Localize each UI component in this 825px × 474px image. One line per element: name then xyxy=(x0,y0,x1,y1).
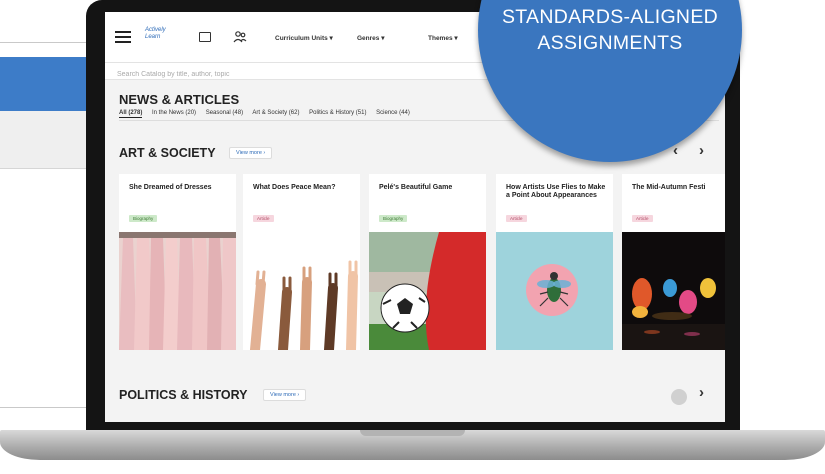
carousel-next-icon[interactable]: › xyxy=(699,142,704,159)
nav-genres[interactable]: Genres ▾ xyxy=(357,34,384,42)
nav-curriculum-units[interactable]: Curriculum Units ▾ xyxy=(275,34,333,42)
tab-art-society[interactable]: Art & Society (62) xyxy=(252,110,299,116)
card-tag: Article xyxy=(506,215,527,222)
card-tag: Biography xyxy=(379,215,408,222)
book-icon[interactable] xyxy=(199,32,211,42)
tab-in-the-news[interactable]: In the News (20) xyxy=(152,110,196,116)
card-title: She Dreamed of Dresses xyxy=(129,184,212,191)
card-tag: Article xyxy=(632,215,653,222)
card-title: What Does Peace Mean? xyxy=(253,184,336,191)
card-what-does-peace-mean[interactable]: What Does Peace Mean? Article xyxy=(243,174,360,350)
promo-badge-line1: STANDARDS-ALIGNED xyxy=(501,6,719,28)
tab-all[interactable]: All (278) xyxy=(119,110,143,118)
marketing-screenshot: Actively Learn Curriculum Units ▾ Genres… xyxy=(0,0,825,474)
politics-view-more-button[interactable]: View more › xyxy=(263,389,307,401)
card-she-dreamed-of-dresses[interactable]: She Dreamed of Dresses Biography xyxy=(119,174,236,350)
news-title: NEWS & ARTICLES xyxy=(119,92,240,107)
card-title: How Artists Use Flies to Make a Point Ab… xyxy=(506,184,606,199)
art-section-title: ART & SOCIETY xyxy=(119,146,216,160)
menu-icon[interactable] xyxy=(115,31,131,43)
tab-science[interactable]: Science (44) xyxy=(376,110,410,116)
promo-badge-line2: ASSIGNMENTS xyxy=(537,32,683,54)
card-title: Pelé's Beautiful Game xyxy=(379,184,453,191)
nav-themes[interactable]: Themes ▾ xyxy=(428,34,458,42)
laptop-notch xyxy=(360,430,465,436)
soccer-image xyxy=(369,232,486,350)
card-peles-beautiful-game[interactable]: Pelé's Beautiful Game Biography xyxy=(369,174,486,350)
users-icon[interactable] xyxy=(233,30,247,44)
card-tag: Biography xyxy=(129,215,158,222)
card-title: The Mid-Autumn Festi xyxy=(632,184,706,191)
fly-image xyxy=(496,232,613,350)
politics-section-title: POLITICS & HISTORY xyxy=(119,388,248,402)
lantern-festival-image xyxy=(622,232,725,350)
card-how-artists-use-flies[interactable]: How Artists Use Flies to Make a Point Ab… xyxy=(496,174,613,350)
peace-hands-image xyxy=(243,232,360,350)
tab-seasonal[interactable]: Seasonal (48) xyxy=(206,110,243,116)
tab-politics-history[interactable]: Politics & History (51) xyxy=(309,110,366,116)
carousel-next-icon[interactable]: › xyxy=(699,384,704,401)
card-mid-autumn-festival[interactable]: The Mid-Autumn Festi Article xyxy=(622,174,725,350)
news-tabs: All (278) In the News (20) Seasonal (48)… xyxy=(119,110,418,118)
card-tag: Article xyxy=(253,215,274,222)
art-view-more-button[interactable]: View more › xyxy=(229,147,273,159)
promo-badge-text: STANDARDS-ALIGNED ASSIGNMENTS xyxy=(478,4,742,56)
logo[interactable]: Actively Learn xyxy=(145,27,175,41)
dresses-image xyxy=(119,232,236,350)
carousel-prev-disabled-icon[interactable] xyxy=(671,389,687,405)
